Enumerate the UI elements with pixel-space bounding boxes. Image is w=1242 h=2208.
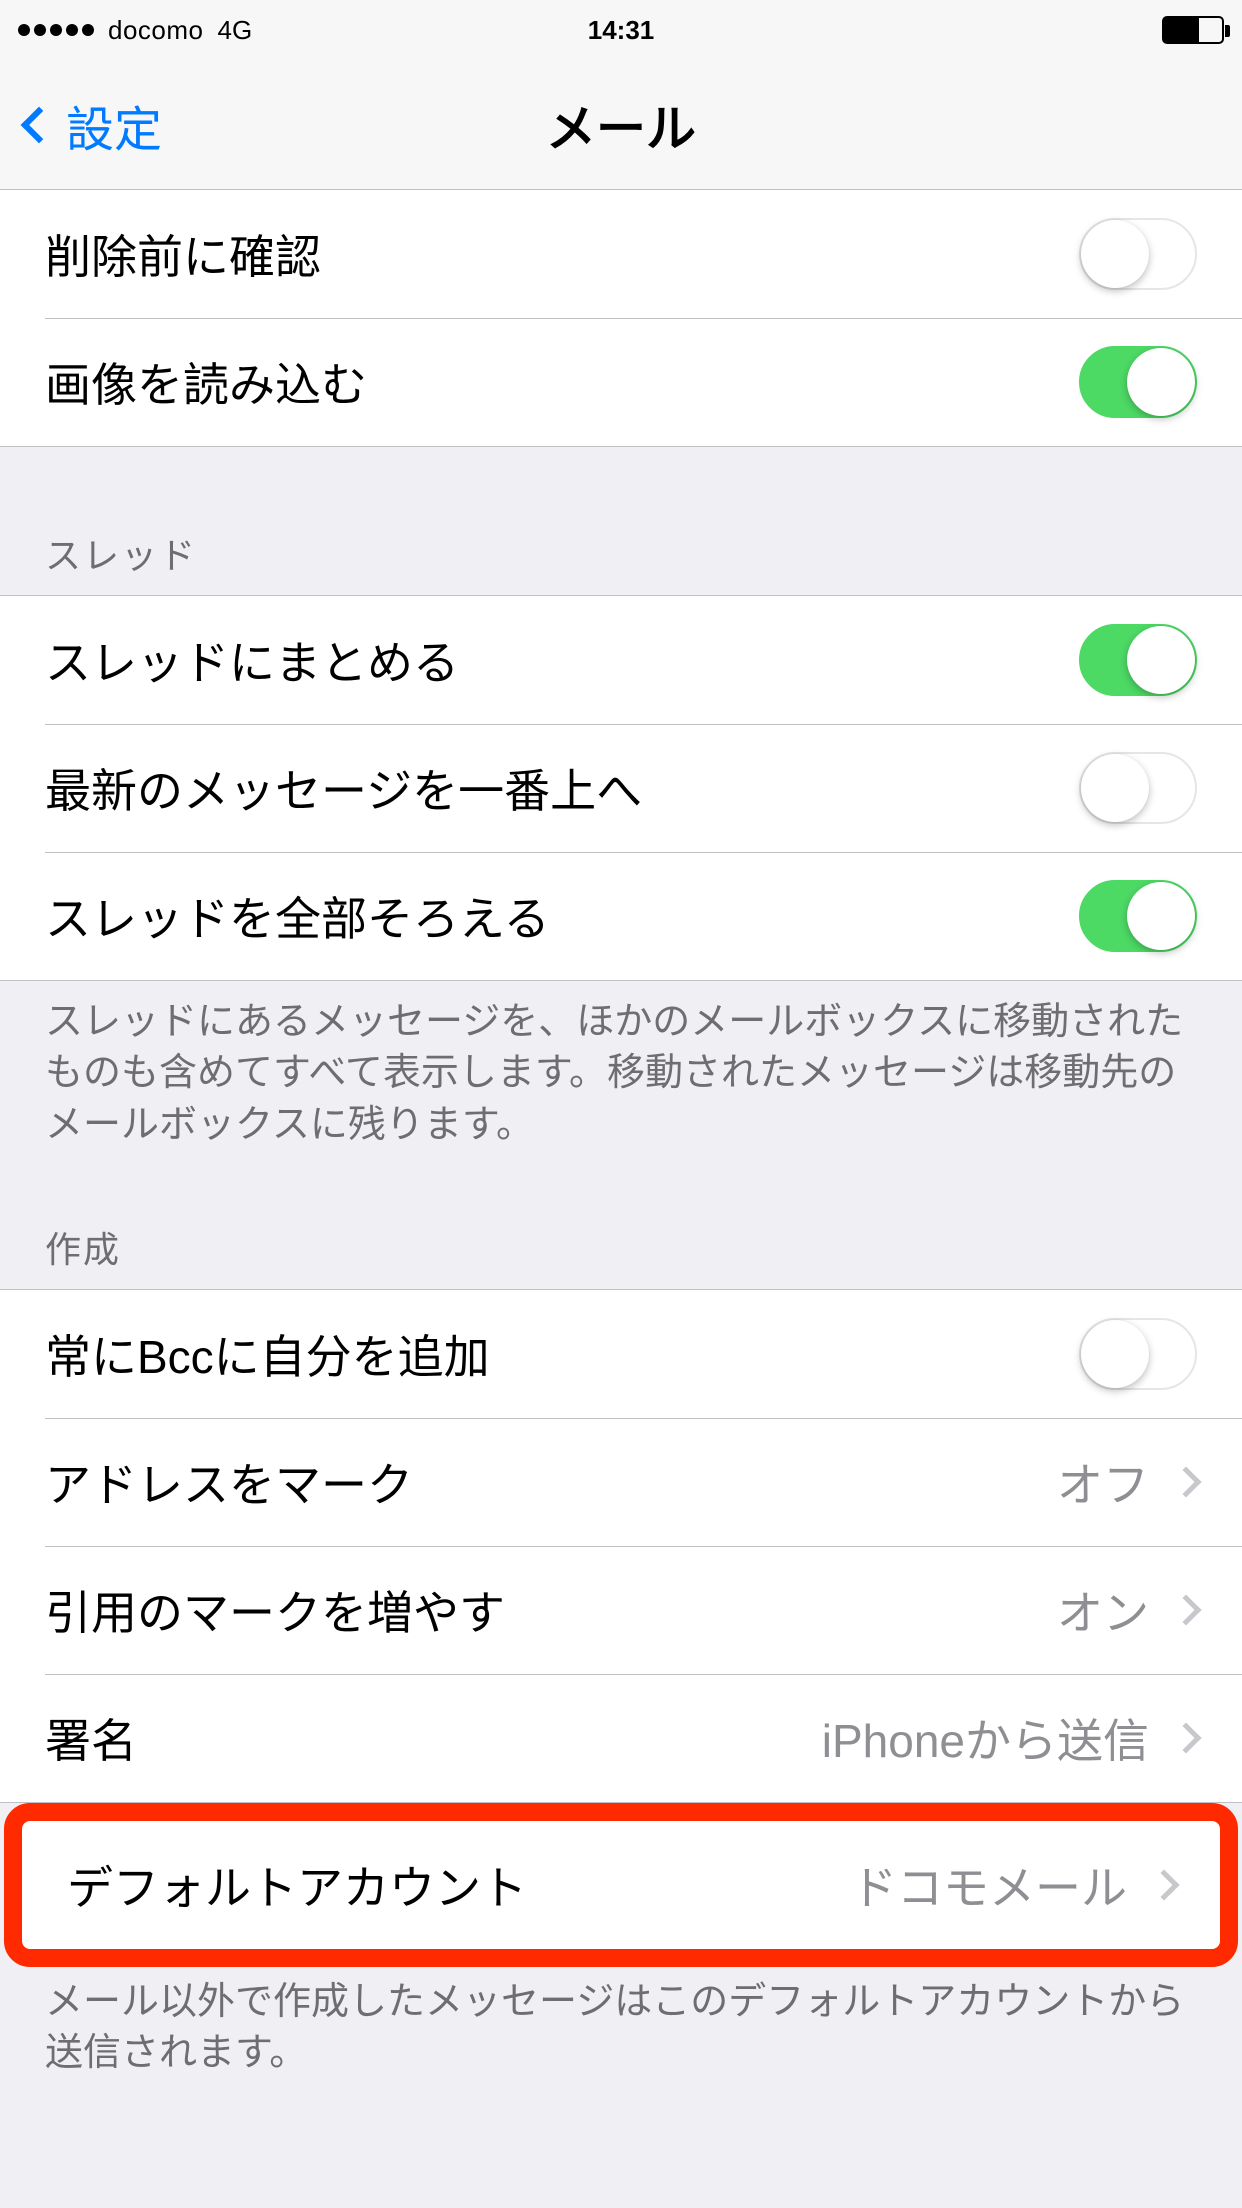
settings-content: 削除前に確認 画像を読み込む スレッド スレッドにまとめる 最新のメッセージを一… [0,190,1242,2109]
switch-most-recent-top[interactable] [1079,752,1197,824]
settings-group-thread: スレッドにまとめる 最新のメッセージを一番上へ スレッドを全部そろえる [0,595,1242,981]
row-label: 署名 [45,1705,137,1771]
row-organize-thread[interactable]: スレッドにまとめる [0,596,1242,724]
row-label: 引用のマークを増やす [45,1577,505,1643]
switch-knob [1127,626,1195,694]
row-label: スレッドを全部そろえる [45,883,550,949]
switch-knob [1127,348,1195,416]
row-default-account[interactable]: デフォルトアカウント ドコモメール [22,1821,1220,1949]
row-signature[interactable]: 署名 iPhoneから送信 [0,1674,1242,1802]
chevron-right-icon [1170,1594,1201,1625]
row-complete-threads[interactable]: スレッドを全部そろえる [0,852,1242,980]
row-label: 常にBccに自分を追加 [45,1321,490,1387]
section-footer-default-account: メール以外で作成したメッセージはこのデフォルトアカウントから送信されます。 [0,1967,1242,2110]
page-title: メール [546,89,696,161]
carrier-label: docomo [108,15,204,46]
highlight-default-account: デフォルトアカウント ドコモメール [4,1803,1238,1967]
row-label: アドレスをマーク [45,1449,413,1515]
switch-confirm-delete[interactable] [1079,218,1197,290]
network-type-label: 4G [218,15,253,46]
switch-organize-thread[interactable] [1079,624,1197,696]
chevron-right-icon [1170,1466,1201,1497]
row-label: スレッドにまとめる [45,627,459,693]
switch-load-images[interactable] [1079,346,1197,418]
back-button[interactable]: 設定 [12,60,162,189]
chevron-left-icon [21,106,58,143]
section-footer-thread: スレッドにあるメッセージを、ほかのメールボックスに移動されたものも含めてすべて表… [0,981,1242,1181]
switch-complete-threads[interactable] [1079,880,1197,952]
settings-group-compose: 常にBccに自分を追加 アドレスをマーク オフ 引用のマークを増やす オン 署名… [0,1289,1242,1803]
row-label: 削除前に確認 [45,221,321,287]
row-label: 画像を読み込む [45,349,367,415]
navigation-bar: 設定 メール [0,60,1242,190]
switch-knob [1081,220,1149,288]
battery-icon [1162,16,1224,44]
row-confirm-delete[interactable]: 削除前に確認 [0,190,1242,318]
signal-strength-icon [18,24,94,36]
switch-knob [1081,754,1149,822]
row-load-images[interactable]: 画像を読み込む [0,318,1242,446]
chevron-right-icon [1148,1869,1179,1900]
clock-label: 14:31 [588,15,655,46]
switch-always-bcc[interactable] [1079,1318,1197,1390]
row-label: デフォルトアカウント [67,1852,527,1918]
row-always-bcc[interactable]: 常にBccに自分を追加 [0,1290,1242,1418]
section-header-compose: 作成 [0,1181,1242,1289]
row-increase-quote[interactable]: 引用のマークを増やす オン [0,1546,1242,1674]
row-value: iPhoneから送信 [822,1705,1149,1771]
row-value: オフ [1057,1449,1149,1515]
row-label: 最新のメッセージを一番上へ [45,755,642,821]
row-mark-addresses[interactable]: アドレスをマーク オフ [0,1418,1242,1546]
status-bar: docomo 4G 14:31 [0,0,1242,60]
row-most-recent-top[interactable]: 最新のメッセージを一番上へ [0,724,1242,852]
back-button-label: 設定 [66,90,162,160]
switch-knob [1081,1320,1149,1388]
row-value: ドコモメール [851,1852,1127,1918]
chevron-right-icon [1170,1722,1201,1753]
row-value: オン [1057,1577,1149,1643]
settings-group: 削除前に確認 画像を読み込む [0,190,1242,447]
switch-knob [1127,882,1195,950]
section-header-thread: スレッド [0,447,1242,595]
